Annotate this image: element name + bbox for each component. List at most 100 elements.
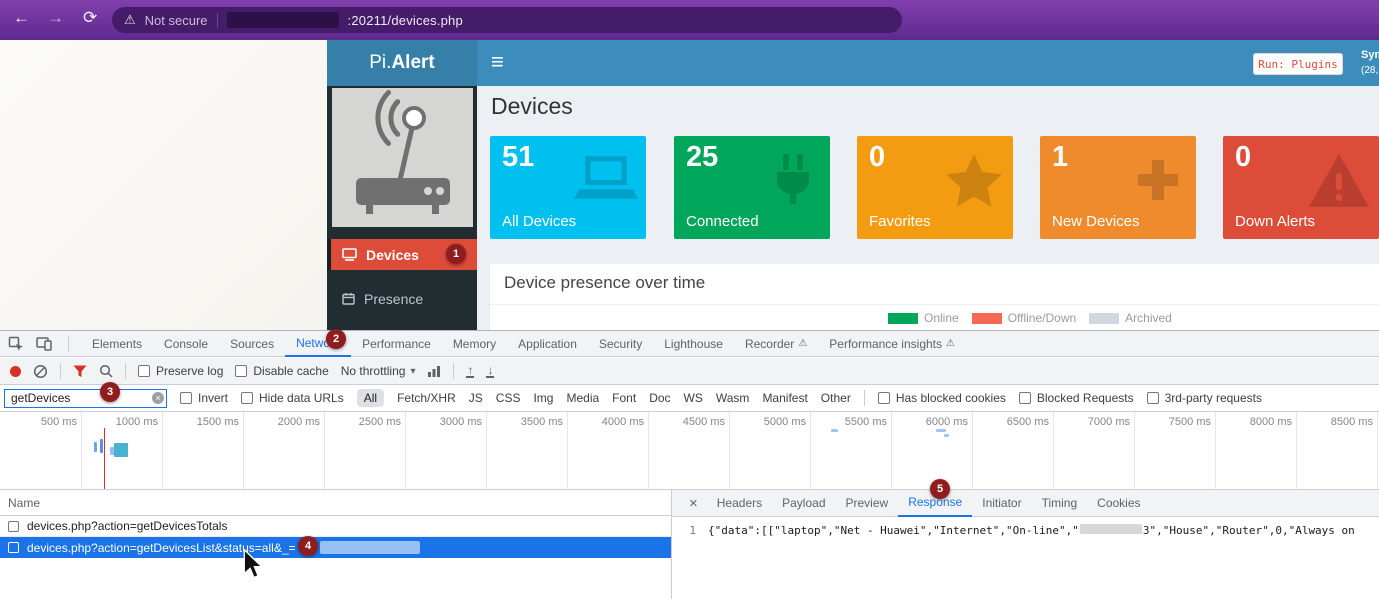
topnav-right-line1: Sym <box>1361 49 1379 61</box>
clear-requests-icon[interactable] <box>33 364 48 379</box>
device-toolbar-icon[interactable] <box>36 337 52 351</box>
blocked-requests-checkbox[interactable]: Blocked Requests <box>1019 391 1134 405</box>
export-har-icon[interactable]: ↑ <box>466 365 474 378</box>
third-party-requests-checkbox[interactable]: 3rd-party requests <box>1147 391 1262 405</box>
detail-tab-initiator[interactable]: Initiator <box>972 490 1031 517</box>
tab-performance-insights[interactable]: Performance insights⚠ <box>818 331 966 357</box>
detail-tab-payload[interactable]: Payload <box>772 490 835 517</box>
row-checkbox[interactable] <box>8 542 19 553</box>
tab-sources[interactable]: Sources <box>219 331 285 357</box>
tab-memory[interactable]: Memory <box>442 331 507 357</box>
network-timeline[interactable]: 500 ms 1000 ms 1500 ms 2000 ms 2500 ms 3… <box>0 412 1379 490</box>
checkbox[interactable] <box>235 365 247 377</box>
app-topnav: ≡ Run: Plugins Sym (28, <box>477 40 1379 86</box>
experiment-warning-icon: ⚠ <box>798 338 807 349</box>
network-conditions-icon[interactable] <box>427 365 441 377</box>
devtools-panel: Elements Console Sources Network Perform… <box>0 330 1379 599</box>
tab-security[interactable]: Security <box>588 331 653 357</box>
sidebar-item-label: Presence <box>364 291 423 307</box>
record-button[interactable] <box>10 366 21 377</box>
tab-elements[interactable]: Elements <box>81 331 153 357</box>
filter-chip-manifest[interactable]: Manifest <box>762 391 807 405</box>
stat-card-all-devices[interactable]: 51 All Devices <box>490 136 646 239</box>
disable-cache-checkbox[interactable]: Disable cache <box>235 364 328 378</box>
tab-performance[interactable]: Performance <box>351 331 442 357</box>
inspect-element-icon[interactable] <box>8 336 24 352</box>
timeline-activity-mark <box>114 443 128 457</box>
sidebar-item-presence[interactable]: Presence <box>327 283 477 314</box>
search-icon[interactable] <box>99 364 113 378</box>
monitor-icon <box>342 248 357 261</box>
timeline-tick-label: 7500 ms <box>1135 416 1211 428</box>
timeline-tick-label: 3000 ms <box>406 416 482 428</box>
timeline-tick-label: 8500 ms <box>1297 416 1373 428</box>
checkbox[interactable] <box>241 392 253 404</box>
stat-card-connected[interactable]: 25 Connected <box>674 136 830 239</box>
network-filter-input[interactable] <box>4 389 167 408</box>
throttling-dropdown[interactable]: No throttling ▾ <box>341 364 416 378</box>
checkbox-label: Hide data URLs <box>259 391 344 405</box>
tab-lighthouse[interactable]: Lighthouse <box>653 331 734 357</box>
filter-chip-img[interactable]: Img <box>533 391 553 405</box>
experiment-warning-icon: ⚠ <box>946 338 955 349</box>
filter-chip-all[interactable]: All <box>357 389 384 407</box>
devtools-tabbar: Elements Console Sources Network Perform… <box>0 331 1379 357</box>
response-text: 3","House","Router",0,"Always on <box>1143 524 1355 537</box>
tab-application[interactable]: Application <box>507 331 588 357</box>
topnav-right-label[interactable]: Sym (28, <box>1361 49 1379 76</box>
filter-chip-other[interactable]: Other <box>821 391 851 405</box>
has-blocked-cookies-checkbox[interactable]: Has blocked cookies <box>878 391 1006 405</box>
stat-card-new-devices[interactable]: 1 New Devices <box>1040 136 1196 239</box>
checkbox[interactable] <box>180 392 192 404</box>
response-content[interactable]: 1 {"data":[["laptop","Net - Huawei","Int… <box>672 517 1379 599</box>
checkbox[interactable] <box>138 365 150 377</box>
filter-chip-fetch-xhr[interactable]: Fetch/XHR <box>397 391 456 405</box>
requests-table-header[interactable]: Name <box>0 490 671 516</box>
run-plugins-button[interactable]: Run: Plugins <box>1253 53 1343 75</box>
filter-chip-css[interactable]: CSS <box>496 391 521 405</box>
filter-chip-js[interactable]: JS <box>469 391 483 405</box>
hide-data-urls-checkbox[interactable]: Hide data URLs <box>241 391 344 405</box>
detail-tab-headers[interactable]: Headers <box>707 490 772 517</box>
request-row[interactable]: devices.php?action=getDevicesTotals <box>0 516 671 537</box>
checkbox[interactable] <box>878 392 890 404</box>
tab-console[interactable]: Console <box>153 331 219 357</box>
not-secure-warning-icon[interactable]: ⚠ <box>124 12 136 28</box>
stat-card-favorites[interactable]: 0 Favorites <box>857 136 1013 239</box>
request-row-selected[interactable]: devices.php?action=getDevicesList&status… <box>0 537 671 558</box>
clear-filter-icon[interactable]: × <box>152 392 164 404</box>
pialert-logo[interactable]: Pi.Alert <box>327 40 477 86</box>
timeline-tick-label: 1500 ms <box>163 416 239 428</box>
hamburger-menu-icon[interactable]: ≡ <box>491 49 504 75</box>
forward-icon[interactable]: → <box>47 8 64 28</box>
filter-chip-font[interactable]: Font <box>612 391 636 405</box>
redacted-area <box>320 541 420 554</box>
timeline-tick-label: 5000 ms <box>730 416 806 428</box>
close-icon[interactable]: × <box>680 495 707 512</box>
filter-chip-ws[interactable]: WS <box>684 391 703 405</box>
row-checkbox[interactable] <box>8 521 19 532</box>
checkbox[interactable] <box>1147 392 1159 404</box>
detail-tab-cookies[interactable]: Cookies <box>1087 490 1150 517</box>
name-column-header[interactable]: Name <box>8 496 40 510</box>
filter-chip-doc[interactable]: Doc <box>649 391 670 405</box>
detail-tabbar: × Headers Payload Preview Response Initi… <box>672 490 1379 517</box>
filter-funnel-icon[interactable] <box>73 365 87 378</box>
stat-card-down-alerts[interactable]: 0 Down Alerts <box>1223 136 1379 239</box>
back-icon[interactable]: ← <box>13 8 30 28</box>
detail-tab-timing[interactable]: Timing <box>1032 490 1088 517</box>
refresh-icon[interactable]: ⟳ <box>83 8 97 28</box>
address-bar[interactable]: ⚠ Not secure :20211/devices.php <box>112 7 902 33</box>
checkbox[interactable] <box>1019 392 1031 404</box>
tab-recorder[interactable]: Recorder⚠ <box>734 331 818 357</box>
legend-item-archived: Archived <box>1089 311 1172 325</box>
timeline-tick-label: 2000 ms <box>244 416 320 428</box>
filter-chip-wasm[interactable]: Wasm <box>716 391 750 405</box>
warning-triangle-icon <box>1303 150 1375 217</box>
invert-checkbox[interactable]: Invert <box>180 391 228 405</box>
filter-chip-media[interactable]: Media <box>566 391 599 405</box>
preserve-log-checkbox[interactable]: Preserve log <box>138 364 223 378</box>
import-har-icon[interactable]: ↓ <box>486 365 494 378</box>
filter-input-wrap: × <box>4 389 167 408</box>
detail-tab-preview[interactable]: Preview <box>836 490 899 517</box>
